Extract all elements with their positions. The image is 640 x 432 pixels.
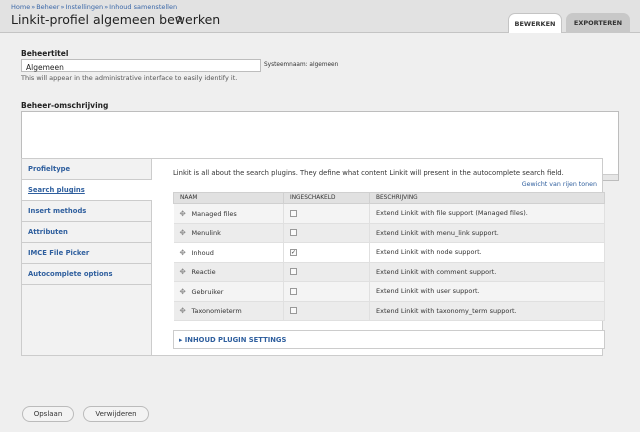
table-row: ✥ Taxonomieterm Extend Linkit with taxono…	[173, 301, 605, 321]
gear-icon[interactable]	[176, 16, 182, 22]
enabled-checkbox[interactable]	[290, 287, 297, 295]
vertical-tabs: Profieltype Search plugins Insert method…	[21, 158, 605, 356]
enabled-checkbox[interactable]: ✓	[290, 248, 297, 256]
drag-handle-icon[interactable]: ✥	[180, 228, 189, 237]
plugin-description: Extend Linkit with comment support.	[369, 262, 605, 282]
plugin-description: Extend Linkit with file support (Managed…	[369, 203, 605, 224]
table-row: ✥ Menulink Extend Linkit with menu_link s…	[173, 223, 605, 243]
breadcrumb-beheer[interactable]: Beheer	[36, 3, 59, 11]
title-help: This will appear in the administrative i…	[21, 74, 238, 82]
table-row: ✥ Gebruiker Extend Linkit with user suppo…	[173, 281, 605, 302]
tab-exporteren[interactable]: Exporteren	[566, 13, 630, 33]
vtab-imce-file-picker[interactable]: IMCE File Picker	[22, 243, 151, 264]
drag-handle-icon[interactable]: ✥	[180, 267, 189, 276]
plugin-settings-fieldset[interactable]: ▸ Inhoud plugin settings	[173, 330, 605, 349]
show-row-weights-link[interactable]: Gewicht van rijen tonen	[522, 181, 597, 188]
plugin-name: Reactie	[191, 268, 216, 277]
vtab-autocomplete-options[interactable]: Autocomplete options	[22, 264, 151, 285]
column-header-ingeschakeld: Ingeschakeld	[283, 192, 370, 204]
enabled-checkbox[interactable]	[290, 268, 297, 276]
plugin-description: Extend Linkit with taxonomy_term support…	[369, 301, 605, 321]
table-row: ✥ Reactie Extend Linkit with comment supp…	[173, 262, 605, 282]
title-label: Beheertitel	[21, 49, 69, 58]
drag-handle-icon[interactable]: ✥	[180, 209, 189, 218]
plugin-description: Extend Linkit with user support.	[369, 281, 605, 302]
save-button[interactable]: Opslaan	[22, 406, 74, 422]
plugin-settings-legend[interactable]: ▸ Inhoud plugin settings	[179, 336, 286, 344]
description-label: Beheer-omschrijving	[21, 101, 109, 110]
drag-handle-icon[interactable]: ✥	[180, 248, 189, 257]
plugin-name: Menulink	[191, 229, 221, 238]
plugin-settings-label: Inhoud plugin settings	[184, 336, 287, 344]
tab-bewerken[interactable]: Bewerken	[508, 13, 562, 33]
breadcrumb-home[interactable]: Home	[11, 3, 30, 11]
search-plugins-pane: Linkit is all about the search plugins. …	[153, 159, 605, 355]
plugins-intro: Linkit is all about the search plugins. …	[173, 169, 564, 177]
delete-button[interactable]: Verwijderen	[83, 406, 149, 422]
vtab-profieltype[interactable]: Profieltype	[22, 159, 151, 180]
drag-handle-icon[interactable]: ✥	[180, 306, 189, 315]
vertical-tabs-menu: Profieltype Search plugins Insert method…	[22, 159, 152, 355]
enabled-checkbox[interactable]	[290, 209, 297, 217]
page-title: Linkit-profiel algemeen bewerken	[11, 12, 221, 27]
enabled-checkbox[interactable]	[290, 307, 297, 315]
page-header: Home»Beheer»Instellingen»Inhoud samenste…	[0, 0, 640, 33]
table-row: ✥ Inhoud ✓ Extend Linkit with node suppor…	[173, 242, 605, 263]
drag-handle-icon[interactable]: ✥	[180, 287, 189, 296]
vtab-attributen[interactable]: Attributen	[22, 222, 151, 243]
breadcrumb-instellingen[interactable]: Instellingen	[65, 3, 103, 11]
table-header-row: Naam Ingeschakeld Beschrijving	[173, 192, 605, 204]
plugin-name: Managed files	[191, 209, 237, 218]
plugins-table: Naam Ingeschakeld Beschrijving ✥ Managed …	[173, 192, 605, 321]
title-input[interactable]: Algemeen	[21, 59, 261, 72]
column-header-beschrijving: Beschrijving	[369, 192, 605, 204]
plugin-name: Taxonomieterm	[191, 307, 242, 316]
breadcrumb-inhoud-samenstellen[interactable]: Inhoud samenstellen	[109, 3, 177, 11]
vtab-search-plugins[interactable]: Search plugins	[22, 180, 152, 201]
enabled-checkbox[interactable]	[290, 229, 297, 237]
plugin-description: Extend Linkit with node support.	[369, 242, 605, 263]
column-header-naam: Naam	[173, 192, 284, 204]
plugin-description: Extend Linkit with menu_link support.	[369, 223, 605, 243]
table-row: ✥ Managed files Extend Linkit with file s…	[173, 203, 605, 224]
plugin-name: Inhoud	[191, 248, 214, 257]
plugin-name: Gebruiker	[191, 287, 224, 296]
breadcrumb: Home»Beheer»Instellingen»Inhoud samenste…	[11, 3, 177, 11]
vtab-insert-methods[interactable]: Insert methods	[22, 201, 151, 222]
machine-name: Systeemnaam: algemeen	[264, 62, 339, 68]
